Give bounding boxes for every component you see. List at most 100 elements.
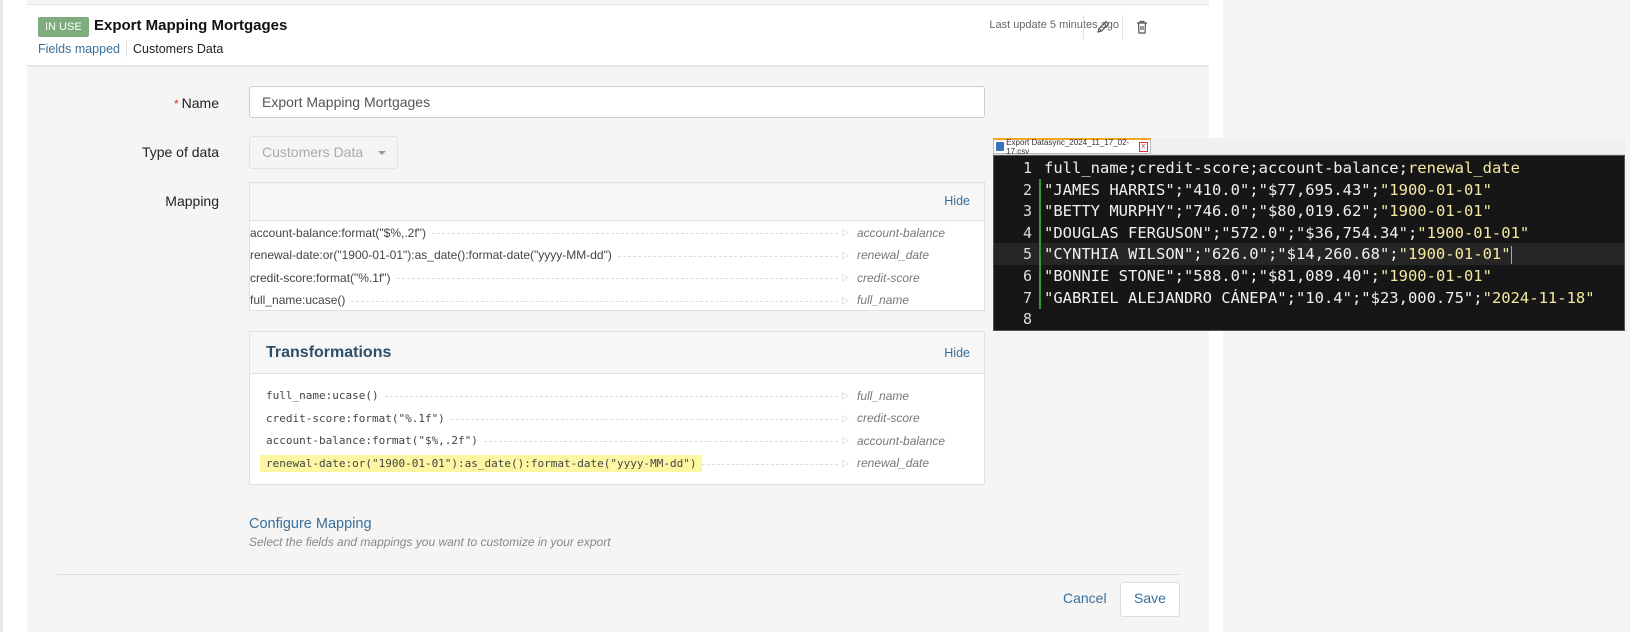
mapping-expression: account-balance:format("$%,.2f"): [250, 225, 426, 240]
text-cursor: [1510, 245, 1512, 264]
mapping-expression: full_name:ucase(): [250, 293, 346, 307]
line-text: "CYNTHIA WILSON";"626.0";"$14,260.68";"1…: [1044, 243, 1512, 265]
mapping-expression: credit-score:format("%.1f"): [250, 270, 391, 285]
line-number: 6: [1022, 267, 1032, 285]
editor-line: 6 "BONNIE STONE";"588.0";"$81,089.40";"19…: [994, 265, 1624, 287]
header-divider: [1083, 15, 1084, 39]
header-divider: [1122, 15, 1123, 39]
page-title: Export Mapping Mortgages: [94, 17, 288, 34]
arrow-right-icon: ▷: [842, 435, 849, 445]
date-value: "1900-01-01": [1379, 267, 1492, 285]
line-content: full_name;credit-score;account-balance;: [1044, 159, 1408, 177]
date-value: "1900-01-01": [1417, 223, 1530, 242]
header-sublinks: Fields mapped Customers Data: [38, 41, 223, 57]
transformation-target: credit-score: [857, 411, 920, 425]
date-value: "1900-01-01": [1379, 180, 1492, 199]
delete-button[interactable]: [1130, 15, 1154, 39]
line-content: "JAMES HARRIS";"410.0";"$77,695.43";: [1044, 180, 1380, 199]
editor-line: 4 "DOUGLAS FERGUSON";"572.0";"$36,754.34"…: [994, 221, 1624, 244]
date-value: "1900-01-01": [1379, 202, 1492, 221]
transformation-target: full_name: [857, 388, 910, 403]
dotted-leader: [431, 233, 839, 234]
dotted-leader: [483, 441, 839, 442]
transformation-expression: credit-score:format("%.1f"): [266, 411, 445, 425]
name-label: * Name: [173, 95, 219, 111]
mapping-target: full_name: [857, 293, 910, 307]
type-of-data-value: Customers Data: [262, 144, 364, 160]
dotted-leader: [450, 418, 839, 420]
change-marker: [1039, 200, 1041, 223]
line-number: 5: [1022, 245, 1032, 264]
save-button[interactable]: Save: [1120, 582, 1180, 617]
left-gutter: [3, 0, 27, 632]
data-type-label: Customers Data: [133, 42, 224, 56]
date-value: "1900-01-01": [1398, 245, 1511, 264]
line-content: "CYNTHIA WILSON";"626.0";"$14,260.68";: [1044, 245, 1399, 264]
close-tab-icon[interactable]: x: [1138, 141, 1148, 152]
mapping-hide-link[interactable]: Hide: [944, 194, 970, 208]
dotted-leader: [396, 278, 839, 279]
arrow-right-icon: ▷: [842, 249, 849, 260]
csv-editor-window: Export Datasync_2024_11_17_02-17.csv x 1…: [993, 138, 1625, 331]
transformations-hide-link[interactable]: Hide: [944, 346, 970, 360]
transformation-target: renewal_date: [857, 456, 930, 470]
editor-line: 3 "BETTY MURPHY";"746.0";"$80,019.62";"19…: [994, 200, 1624, 223]
transformation-expression: account-balance:format("$%,.2f"): [266, 434, 478, 447]
editor-tab-bar: Export Datasync_2024_11_17_02-17.csv x: [993, 137, 1625, 156]
dotted-leader: [351, 300, 839, 302]
arrow-right-icon: ▷: [842, 294, 849, 305]
change-marker: [1039, 221, 1041, 244]
transformations-panel: Transformations Hide full_name:ucase() ▷ f…: [249, 331, 985, 485]
line-content: "GABRIEL ALEJANDRO CÁNEPA";"10.4";"$23,0…: [1044, 288, 1483, 307]
line-content: "BONNIE STONE";"588.0";"$81,089.40";: [1044, 267, 1380, 285]
mapping-target: renewal_date: [857, 248, 930, 262]
date-value: renewal_date: [1407, 159, 1520, 177]
type-of-data-label: Type of data: [141, 144, 219, 160]
editor-line: 5 "CYNTHIA WILSON";"626.0";"$14,260.68";"…: [994, 243, 1624, 266]
status-badge: IN USE: [38, 17, 89, 37]
configure-mapping-link[interactable]: Configure Mapping: [249, 516, 372, 532]
required-mark: *: [173, 97, 179, 111]
mapping-row: renewal-date:or("1900-01-01"):as_date():…: [250, 244, 984, 267]
transformation-expression: full_name:ucase(): [266, 389, 379, 402]
line-text: "GABRIEL ALEJANDRO CÁNEPA";"10.4";"$23,0…: [1044, 287, 1595, 309]
transformation-row: renewal-date:or("1900-01-01"):as_date():…: [260, 452, 984, 475]
trash-icon: [1137, 20, 1147, 34]
line-number: 3: [1022, 202, 1032, 221]
line-text: "BONNIE STONE";"588.0";"$81,089.40";"190…: [1044, 265, 1492, 287]
editor-line: 7 "GABRIEL ALEJANDRO CÁNEPA";"10.4";"$23,…: [994, 286, 1624, 309]
editor-line: 2 "JAMES HARRIS";"410.0";"$77,695.43";"19…: [994, 178, 1624, 201]
edit-button[interactable]: [1091, 15, 1115, 39]
transformation-target: account-balance: [857, 433, 946, 448]
fields-mapped-link[interactable]: Fields mapped: [38, 42, 120, 56]
line-number: 2: [1022, 180, 1032, 199]
line-number: 1: [1022, 159, 1032, 177]
cancel-button[interactable]: Cancel: [1063, 590, 1107, 606]
line-number: 7: [1022, 288, 1032, 307]
transformation-row: credit-score:format("%.1f") ▷ credit-score: [260, 407, 984, 430]
dotted-leader: [617, 255, 839, 257]
mapping-target: credit-score: [857, 270, 920, 285]
dotted-leader: [702, 463, 839, 465]
editor-text-area[interactable]: 1 full_name;credit-score;account-balance;…: [993, 155, 1625, 331]
change-marker: [1039, 243, 1041, 266]
editor-tab-title: Export Datasync_2024_11_17_02-17.csv: [1006, 137, 1130, 156]
mapping-row: credit-score:format("%.1f") ▷ credit-score: [250, 266, 984, 289]
type-of-data-select[interactable]: Customers Data: [249, 136, 398, 169]
editor-line: 8: [994, 308, 1624, 330]
mapping-target: account-balance: [857, 225, 946, 240]
editor-tab[interactable]: Export Datasync_2024_11_17_02-17.csv x: [993, 137, 1151, 156]
configure-mapping-description: Select the fields and mappings you want …: [249, 535, 611, 549]
name-input[interactable]: Export Mapping Mortgages: [249, 86, 985, 118]
chevron-down-icon: [378, 151, 386, 155]
line-content: "BETTY MURPHY";"746.0";"$80,019.62";: [1044, 202, 1380, 221]
editor-line: 1 full_name;credit-score;account-balance;…: [994, 157, 1624, 179]
mapping-header: IN USE Export Mapping Mortgages Fields m…: [27, 5, 1209, 67]
transformation-expression: renewal-date:or("1900-01-01"):as_date():…: [260, 454, 703, 472]
change-marker: [1039, 178, 1041, 201]
mapping-row: account-balance:format("$%,.2f") ▷ account…: [250, 221, 984, 244]
mapping-row: full_name:ucase() ▷ full_name: [250, 289, 984, 312]
footer-divider: [57, 574, 1181, 575]
transformations-header: Transformations Hide: [250, 332, 984, 374]
line-number: 8: [1022, 310, 1032, 329]
